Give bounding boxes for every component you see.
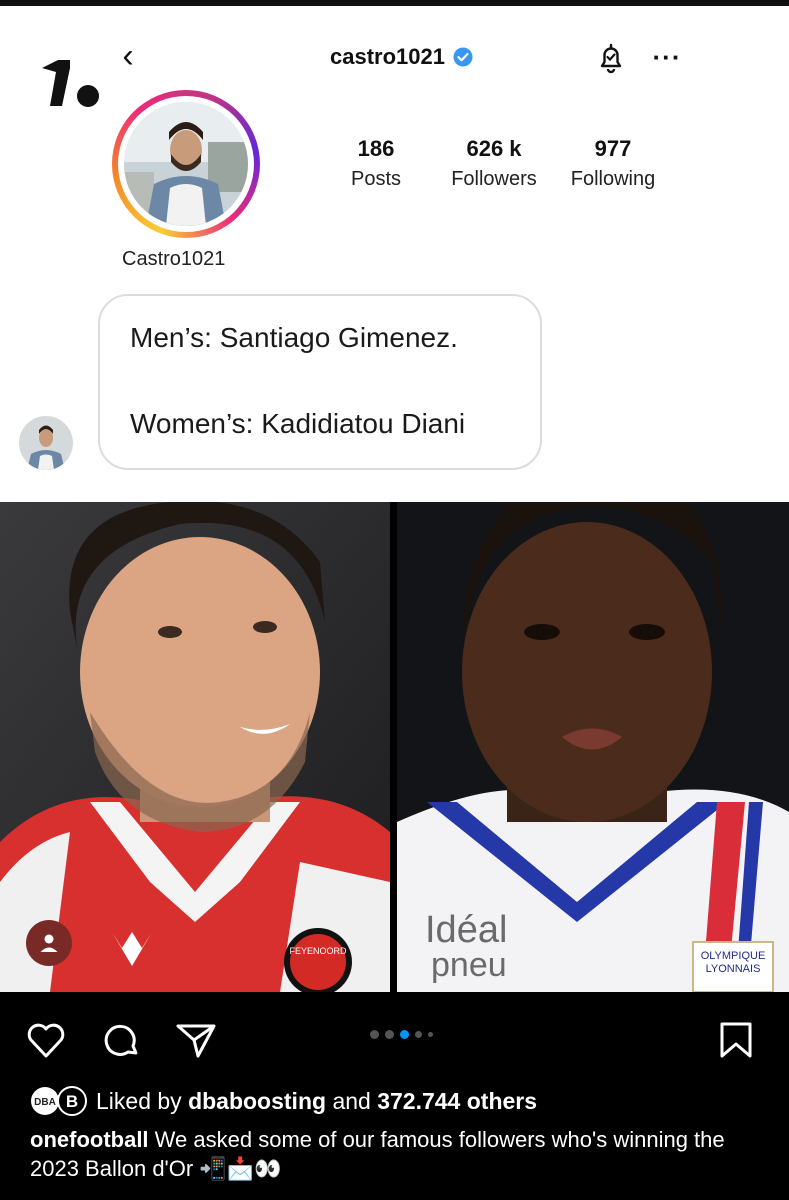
more-options-icon[interactable]: ··· (650, 42, 684, 72)
verified-icon (453, 47, 473, 67)
bubble-line-women: Women’s: Kadidiatou Diani (130, 408, 466, 439)
caption-username[interactable]: onefootball (30, 1127, 149, 1152)
likes-summary[interactable]: DBA B Liked by dbaboosting and 372.744 o… (30, 1086, 537, 1116)
ol-club-text-2: LYONNAIS (706, 963, 761, 975)
following-stat[interactable]: 977 Following (564, 136, 662, 191)
message-bubble: Men’s: Santiago Gimenez. Women’s: Kadidi… (98, 294, 542, 470)
likes-prefix: Liked by (96, 1087, 182, 1114)
profile-handle: castro1021 (330, 44, 473, 70)
ol-club-text-1: OLYMPIQUE (701, 950, 766, 962)
following-count: 977 (594, 136, 632, 161)
handle-text: castro1021 (330, 44, 445, 69)
notification-bell-icon[interactable] (593, 40, 629, 76)
carousel-dot (370, 1030, 379, 1039)
followers-label: Followers (451, 168, 537, 190)
onefootball-logo (42, 60, 99, 107)
svg-text:DBA: DBA (34, 1097, 56, 1108)
share-send-icon[interactable] (174, 1018, 218, 1062)
sponsor-ideal-text: Idéal (425, 909, 507, 951)
likes-user[interactable]: dbaboosting (188, 1088, 326, 1115)
posts-count: 186 (357, 136, 395, 161)
carousel-indicator (370, 1030, 433, 1039)
story-card: ‹ castro1021 ··· Castro1021 186 Posts 62… (0, 6, 789, 502)
tagged-users-button[interactable] (26, 920, 72, 966)
carousel-dot-active (400, 1030, 409, 1039)
sponsor-pneu-text: pneu (431, 946, 507, 984)
photo-kadidiatou-diani: Idéal pneu OLYMPIQUE LYONNAIS (397, 502, 789, 992)
carousel-dot (415, 1031, 422, 1038)
followers-count: 626 k (466, 136, 522, 161)
feyenoord-badge-text: FEYENOORD (289, 946, 347, 956)
followers-stat[interactable]: 626 k Followers (446, 136, 542, 191)
posts-label: Posts (350, 168, 402, 190)
story-avatar-ring[interactable] (112, 90, 260, 238)
likes-middle: and (332, 1087, 371, 1114)
likes-others[interactable]: 372.744 others (377, 1088, 537, 1115)
comment-icon[interactable] (100, 1018, 144, 1062)
posts-stat[interactable]: 186 Posts (346, 136, 406, 191)
post-caption: onefootball We asked some of our famous … (30, 1125, 770, 1183)
following-label: Following (570, 168, 656, 190)
dba-boosting-avatar: DBA B (31, 1086, 87, 1116)
photo-santiago-gimenez: FEYENOORD (0, 502, 390, 992)
carousel-dot (428, 1032, 433, 1037)
profile-display-name[interactable]: Castro1021 (122, 248, 225, 271)
back-icon[interactable]: ‹ (112, 36, 144, 76)
bubble-line-men: Men’s: Santiago Gimenez. (130, 322, 458, 353)
person-icon (40, 934, 58, 952)
save-bookmark-icon[interactable] (714, 1018, 758, 1062)
svg-text:B: B (66, 1092, 78, 1111)
carousel-dot (385, 1030, 394, 1039)
sender-avatar[interactable] (19, 416, 73, 470)
like-heart-icon[interactable] (24, 1018, 68, 1062)
profile-avatar (124, 102, 248, 226)
